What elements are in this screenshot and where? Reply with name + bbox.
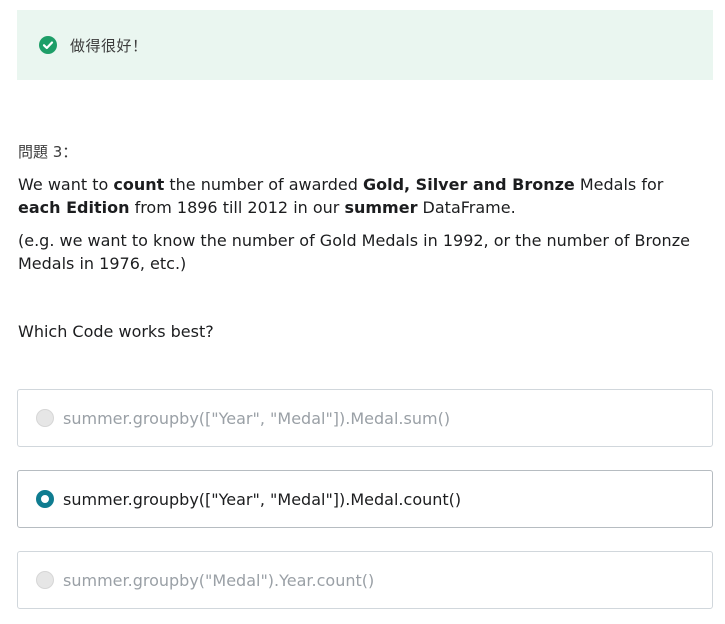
check-circle-icon (39, 36, 57, 54)
radio-button-selected[interactable] (36, 490, 54, 508)
question-statement: We want to count the number of awarded G… (18, 175, 664, 217)
question-example: (e.g. we want to know the number of Gold… (18, 231, 690, 273)
answer-option-text: summer.groupby(["Year", "Medal"]).Medal.… (63, 489, 462, 509)
feedback-banner: 做得很好！ (17, 10, 713, 80)
radio-button[interactable] (36, 571, 54, 589)
radio-button[interactable] (36, 409, 54, 427)
answer-option-1[interactable]: summer.groupby(["Year", "Medal"]).Medal.… (17, 389, 713, 447)
answer-option-2[interactable]: summer.groupby(["Year", "Medal"]).Medal.… (17, 470, 713, 528)
answer-option-3[interactable]: summer.groupby("Medal").Year.count() (17, 551, 713, 609)
answer-option-text: summer.groupby(["Year", "Medal"]).Medal.… (63, 408, 451, 428)
feedback-message: 做得很好！ (70, 36, 148, 55)
question-prompt: Which Code works best? (18, 322, 214, 341)
question-body: We want to count the number of awarded G… (18, 173, 708, 285)
answer-option-text: summer.groupby("Medal").Year.count() (63, 570, 375, 590)
question-number: 問題 3： (18, 143, 78, 161)
